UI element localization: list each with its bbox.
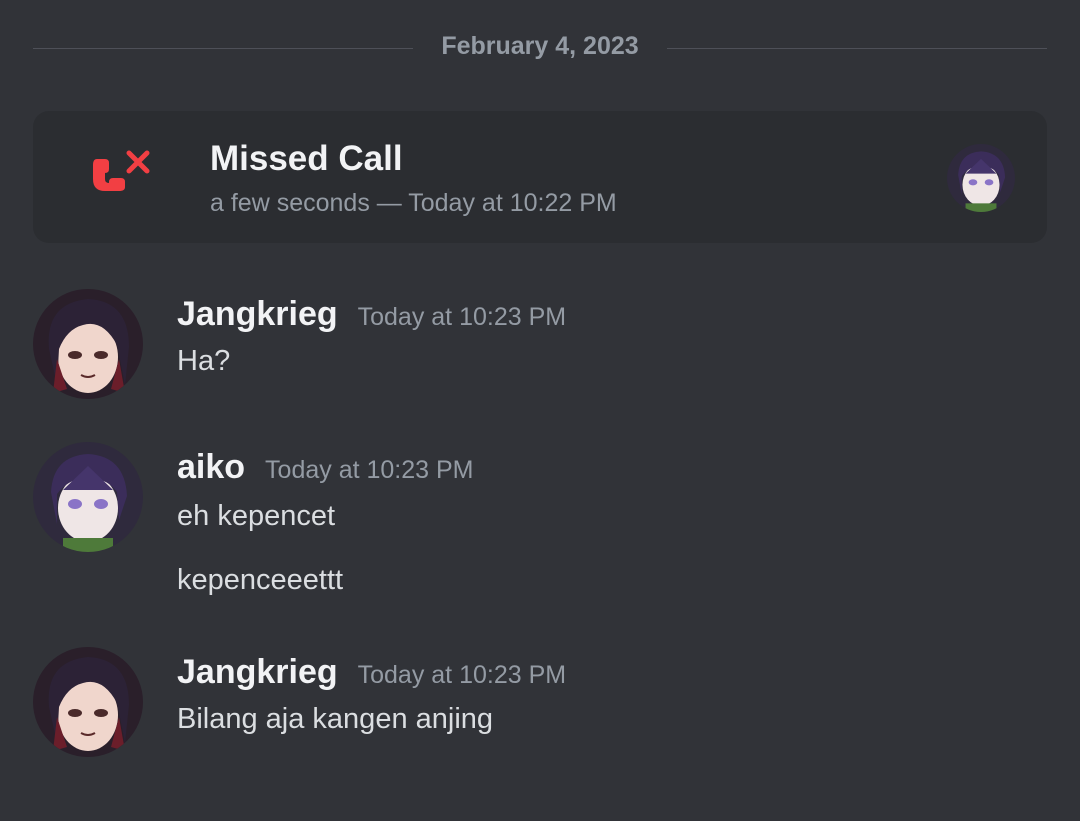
caller-avatar[interactable] — [947, 144, 1015, 212]
avatar[interactable] — [33, 647, 143, 757]
message-text: kepenceeettt — [177, 564, 344, 596]
divider-date: February 4, 2023 — [441, 32, 639, 60]
missed-call-subtitle: a few seconds — Today at 10:22 PM — [210, 189, 617, 217]
timestamp: Today at 10:23 PM — [265, 456, 474, 484]
timestamp: Today at 10:23 PM — [357, 661, 567, 689]
message-header: Jangkrieg Today at 10:23 PM — [177, 295, 566, 334]
avatar[interactable] — [33, 289, 143, 399]
missed-call-card: Missed Call a few seconds — Today at 10:… — [33, 111, 1047, 243]
message-text: eh kepencet — [177, 500, 336, 532]
date-divider: February 4, 2023 — [33, 30, 1047, 66]
missed-call-title: Missed Call — [210, 139, 403, 178]
username[interactable]: Jangkrieg — [177, 295, 338, 333]
message-text: Ha? — [177, 345, 231, 377]
avatar[interactable] — [33, 442, 143, 552]
timestamp: Today at 10:23 PM — [357, 303, 567, 331]
username[interactable]: Jangkrieg — [177, 653, 338, 691]
message-text: Bilang aja kangen anjing — [177, 703, 494, 735]
divider-line-right — [667, 48, 1047, 49]
message-header: Jangkrieg Today at 10:23 PM — [177, 653, 566, 692]
missed-call-icon — [91, 149, 153, 211]
message-header: aiko Today at 10:23 PM — [177, 448, 474, 487]
username[interactable]: aiko — [177, 448, 245, 486]
